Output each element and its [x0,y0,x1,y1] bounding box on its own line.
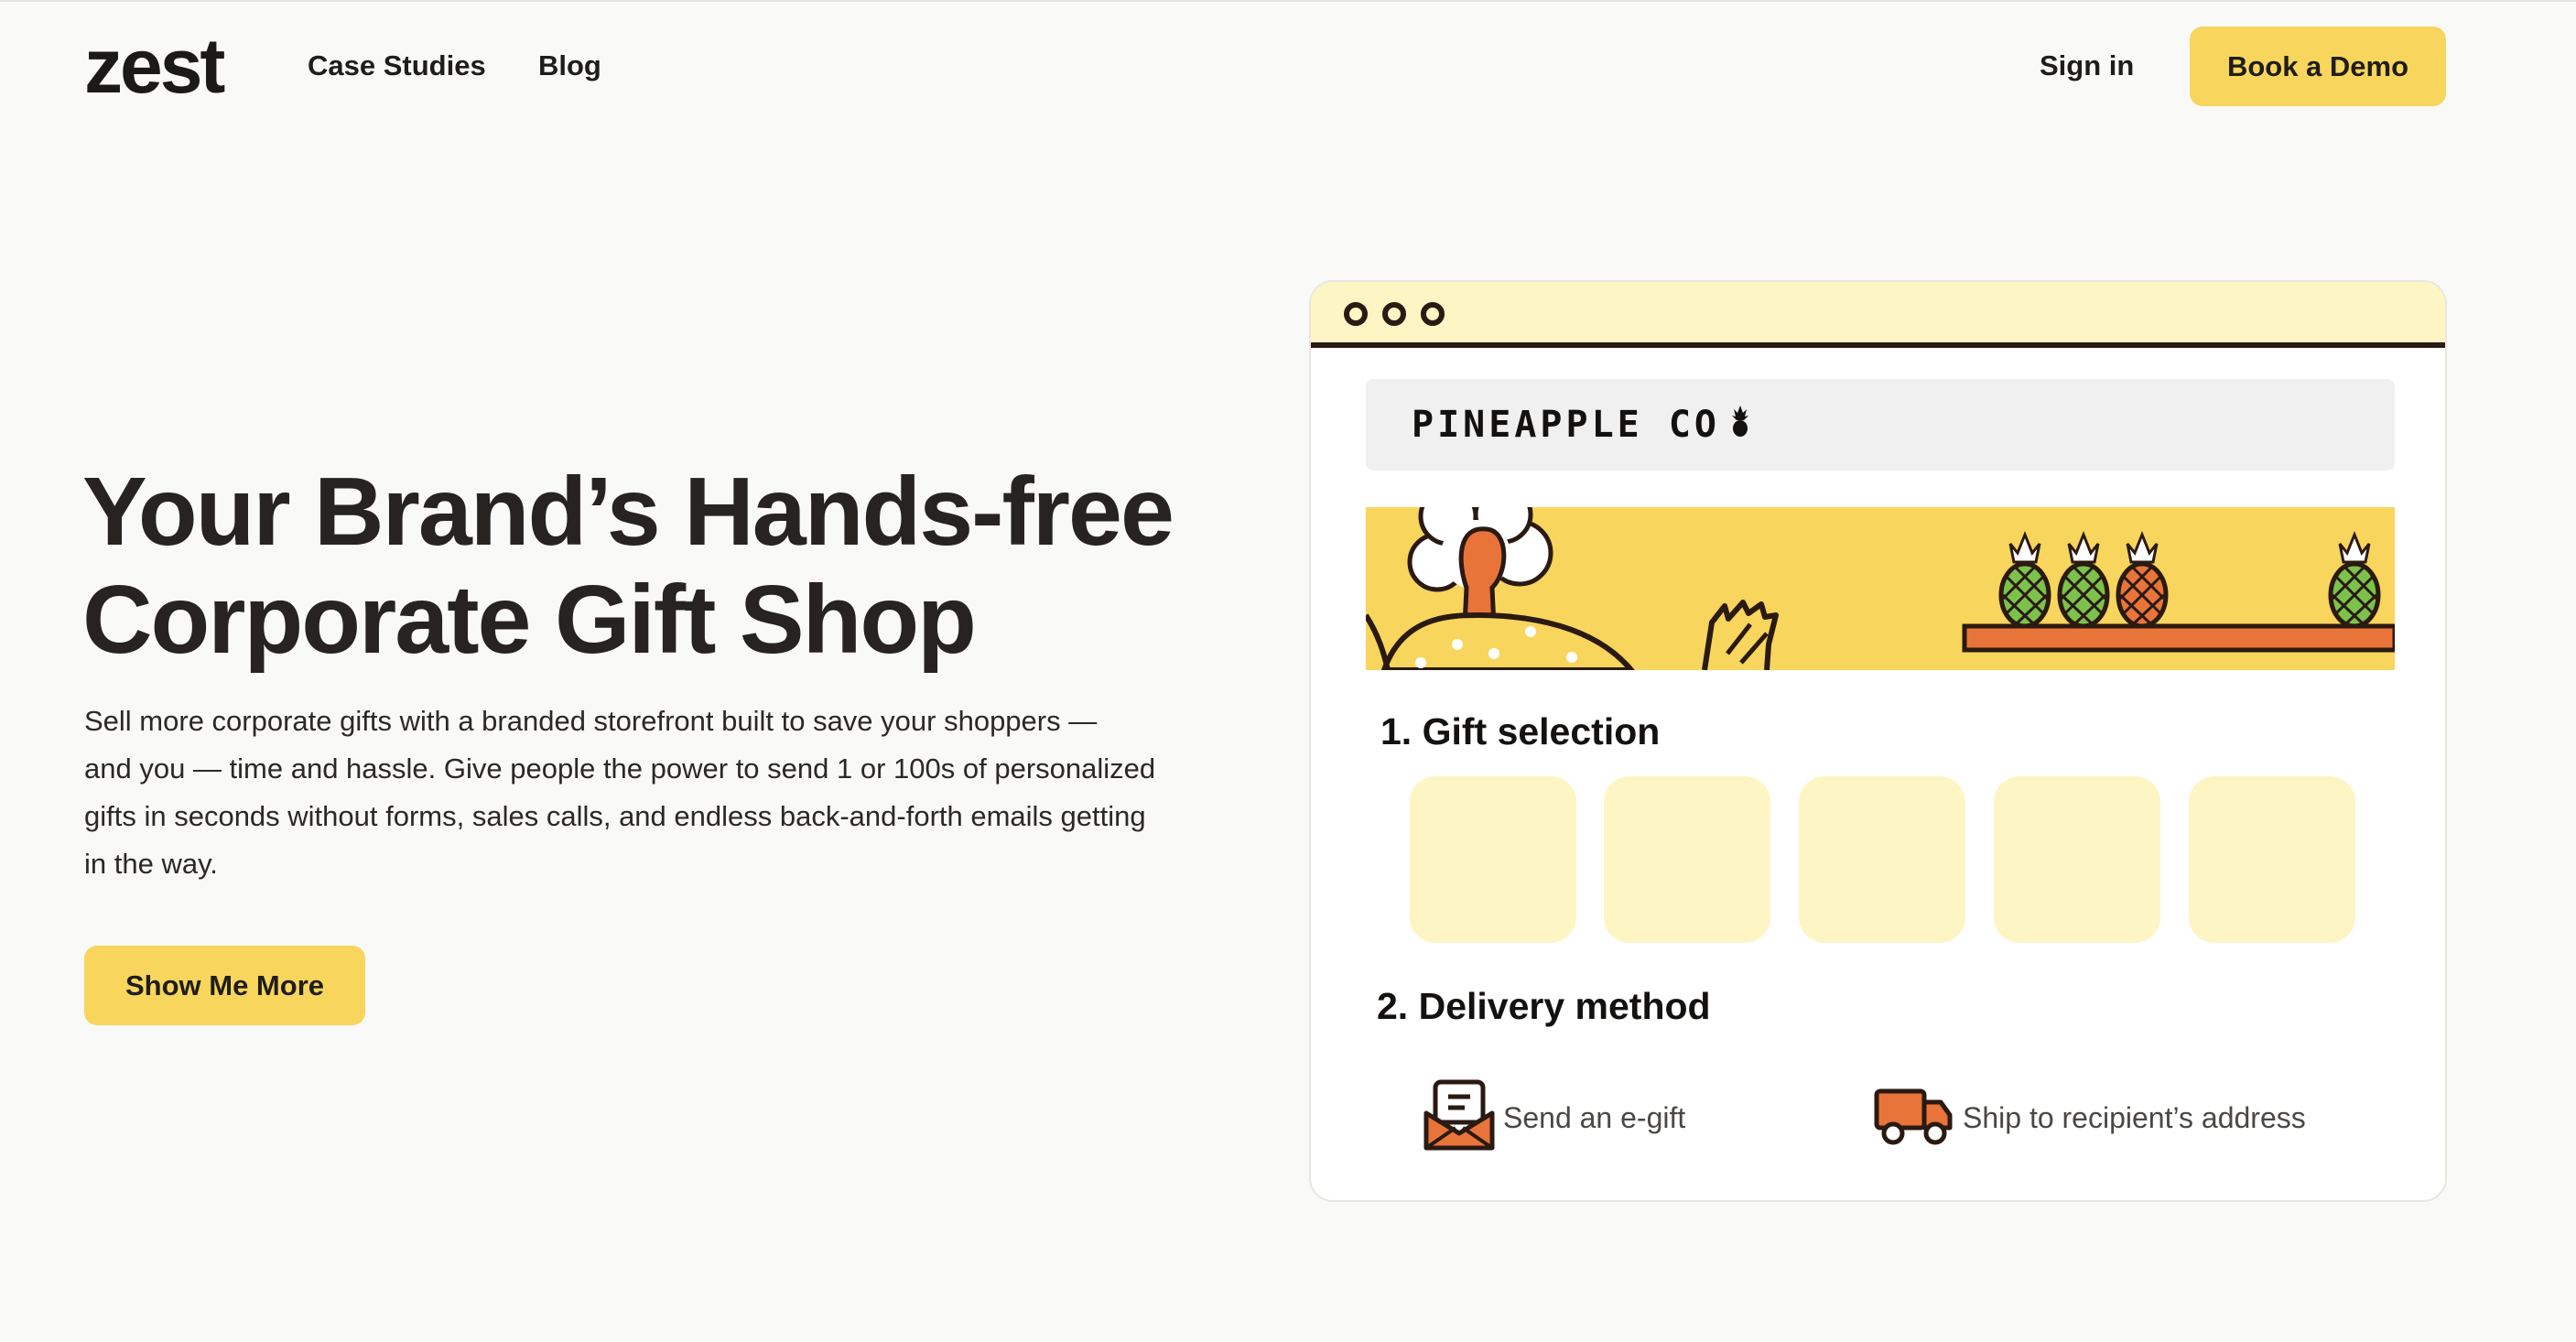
browser-title-bar [1311,282,2445,348]
window-dot-icon [1382,302,1406,326]
ship-to-address-option[interactable]: Ship to recipient’s address [1873,1080,2306,1155]
gift-option-tile[interactable] [1410,776,1576,943]
book-demo-button[interactable]: Book a Demo [2190,27,2446,106]
browser-bar-divider [1311,342,2445,348]
store-banner-illustration [1366,507,2395,670]
pineapple-logo-icon [1729,405,1751,445]
banner-art [1366,507,2395,670]
gift-option-tile[interactable] [2189,776,2355,943]
send-egift-label: Send an e-gift [1503,1100,1686,1134]
hero-description-line: Sell more corporate gifts with a branded… [84,705,1098,737]
truck-icon [1873,1084,1955,1153]
store-header: PINEAPPLE CO [1366,379,2395,471]
send-egift-option[interactable]: Send an e-gift [1423,1078,1686,1158]
hero-description: Sell more corporate gifts with a branded… [84,698,1238,888]
gift-option-tile[interactable] [1799,776,1965,943]
store-name: PINEAPPLE CO [1412,404,1720,446]
show-me-more-button[interactable]: Show Me More [84,946,365,1025]
gift-selection-heading: 1. Gift selection [1380,710,1661,752]
hero-title-line-1: Your Brand’s Hands-free [82,458,1174,566]
zest-logo[interactable]: zest [84,27,225,104]
hero-description-line: in the way. [84,848,218,880]
window-dot-icon [1421,302,1445,326]
top-nav: zest Case Studies Blog Sign in Book a De… [0,0,2576,134]
window-dot-icon [1344,302,1368,326]
storefront-mockup: PINEAPPLE CO 1. Gift selection 2. Delive… [1309,280,2447,1202]
delivery-method-heading: 2. Delivery method [1377,985,1711,1027]
person-illustration [1366,507,1779,670]
gift-option-tile[interactable] [1604,776,1770,943]
hero-description-line: and you — time and hassle. Give people t… [84,752,1156,785]
gift-option-tile[interactable] [1994,776,2160,943]
pineapple-row [1998,530,2381,629]
nav-link-blog[interactable]: Blog [538,49,601,82]
hero-title-line-2: Corporate Gift Shop [82,566,977,674]
envelope-icon [1423,1078,1496,1158]
ship-to-address-label: Ship to recipient’s address [1963,1100,2306,1134]
nav-link-case-studies[interactable]: Case Studies [308,49,486,82]
hero-description-line: gifts in seconds without forms, sales ca… [84,800,1146,832]
hero-title: Your Brand’s Hands-free Corporate Gift S… [82,458,1272,674]
sign-in-link[interactable]: Sign in [2040,49,2134,82]
